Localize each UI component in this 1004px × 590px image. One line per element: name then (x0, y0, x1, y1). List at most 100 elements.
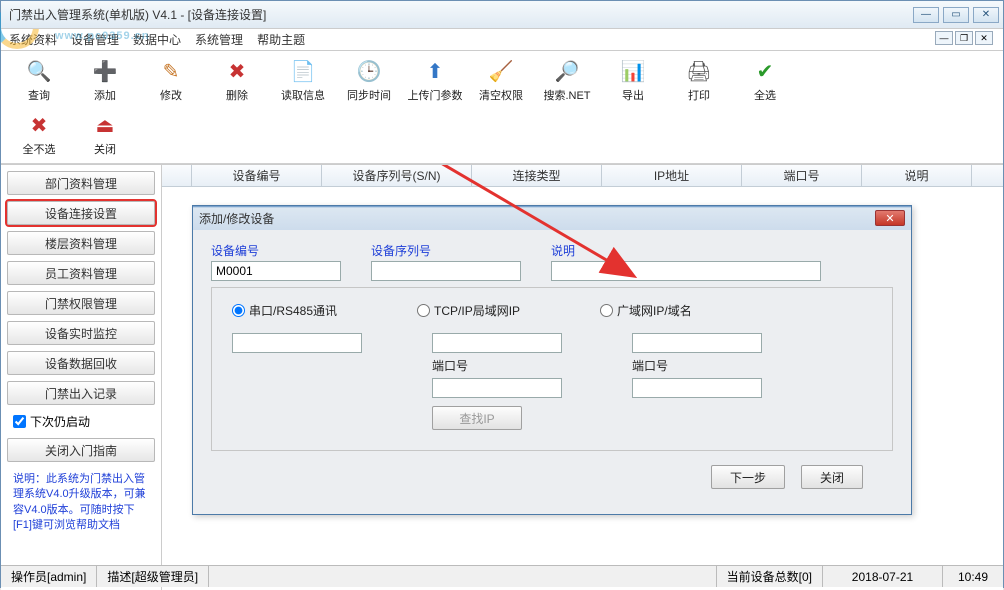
dialog-close-button[interactable]: ✕ (875, 210, 905, 226)
status-time: 10:49 (943, 566, 1003, 587)
tool-全选[interactable]: ✔全选 (733, 55, 797, 105)
mdi-close[interactable]: ✕ (975, 31, 993, 45)
menu-item[interactable]: 系统管理 (195, 31, 243, 48)
statusbar: 操作员[admin] 描述[超级管理员] 当前设备总数[0] 2018-07-2… (1, 565, 1003, 587)
close-guide-button[interactable]: 关闭入门指南 (7, 438, 155, 462)
sidebar-item-0[interactable]: 部门资料管理 (7, 171, 155, 195)
tool-关闭[interactable]: ⏏ 关闭 (73, 109, 137, 159)
tool-搜索.NET[interactable]: 🔎搜索.NET (535, 55, 599, 105)
col-header[interactable]: 设备编号 (192, 165, 322, 186)
tool-icon: ✔ (751, 57, 779, 85)
tool-icon: ✎ (157, 57, 185, 85)
tool-上传门参数[interactable]: ⬆ 上传门参数 (403, 55, 467, 105)
tool-icon: 🔍 (25, 57, 53, 85)
wan-port-label: 端口号 (632, 357, 762, 374)
dialog-close-btn[interactable]: 关闭 (801, 465, 863, 489)
sidebar-item-3[interactable]: 员工资料管理 (7, 261, 155, 285)
tool-修改[interactable]: ✎ 修改 (139, 55, 203, 105)
tool-label: 上传门参数 (408, 87, 463, 103)
close-button[interactable]: ✕ (973, 7, 999, 23)
tool-label: 导出 (622, 87, 644, 103)
sidebar-item-4[interactable]: 门禁权限管理 (7, 291, 155, 315)
toolbar: 🔍 查询 ➕添加 ✎ 修改 ✖ 删除 📄 读取信息 🕒 同步时间 ⬆ 上传门参数 🧹清空权限🔎搜索.NET… (1, 51, 1003, 164)
tool-icon: 📄 (289, 57, 317, 85)
serial-input[interactable] (371, 261, 521, 281)
tool-icon: 🖨 (685, 57, 713, 85)
tool-全不选[interactable]: ✖全不选 (7, 109, 71, 159)
tool-icon: 🕒 (355, 57, 383, 85)
tool-label: 读取信息 (281, 87, 325, 103)
desc-label: 说明 (551, 242, 821, 259)
col-header[interactable]: 设备序列号(S/N) (322, 165, 472, 186)
maximize-button[interactable]: ▭ (943, 7, 969, 23)
grid-header: 设备编号设备序列号(S/N)连接类型IP地址端口号说明 (162, 165, 1003, 187)
sidebar-info: 说明：此系统为门禁出入管理系统V4.0升级版本，可兼容V4.0版本。可随时按下[… (7, 468, 155, 538)
next-start-checkbox[interactable]: 下次仍启动 (7, 411, 155, 432)
tool-label: 关闭 (94, 141, 116, 157)
main-area: 设备编号设备序列号(S/N)连接类型IP地址端口号说明 添加/修改设备 ✕ 设备… (161, 165, 1003, 590)
tool-label: 修改 (160, 87, 182, 103)
tool-label: 同步时间 (347, 87, 391, 103)
col-header[interactable]: 连接类型 (472, 165, 602, 186)
device-no-input[interactable] (211, 261, 341, 281)
radio-tcpip[interactable]: TCP/IP局域网IP (417, 302, 520, 319)
tool-查询[interactable]: 🔍 查询 (7, 55, 71, 105)
tool-icon: ✖ (223, 57, 251, 85)
tool-icon: 🧹 (487, 57, 515, 85)
tool-icon: ✖ (25, 111, 53, 139)
add-edit-device-dialog: 添加/修改设备 ✕ 设备编号 设备序列号 说明 (192, 205, 912, 515)
tool-icon: 🔎 (553, 57, 581, 85)
lan-port-label: 端口号 (432, 357, 562, 374)
tool-label: 添加 (94, 87, 116, 103)
sidebar-item-1[interactable]: 设备连接设置 (7, 201, 155, 225)
tool-label: 查询 (28, 87, 50, 103)
mdi-minimize[interactable]: — (935, 31, 953, 45)
sidebar: 部门资料管理设备连接设置楼层资料管理员工资料管理门禁权限管理设备实时监控设备数据… (1, 165, 161, 590)
minimize-button[interactable]: — (913, 7, 939, 23)
menu-item[interactable]: 设备管理 (71, 31, 119, 48)
mdi-restore[interactable]: ❐ (955, 31, 973, 45)
titlebar: 门禁出入管理系统(单机版) V4.1 - [设备连接设置] — ▭ ✕ (1, 1, 1003, 29)
radio-wan[interactable]: 广域网IP/域名 (600, 302, 692, 319)
status-device-count: 当前设备总数[0] (717, 566, 823, 587)
serial-port-input[interactable] (232, 333, 362, 353)
sidebar-item-2[interactable]: 楼层资料管理 (7, 231, 155, 255)
tool-icon: ⏏ (91, 111, 119, 139)
col-header[interactable]: IP地址 (602, 165, 742, 186)
find-ip-button[interactable]: 查找IP (432, 406, 522, 430)
menu-item[interactable]: 帮助主题 (257, 31, 305, 48)
col-header[interactable]: 说明 (862, 165, 972, 186)
wan-ip-input[interactable] (632, 333, 762, 353)
tool-同步时间[interactable]: 🕒 同步时间 (337, 55, 401, 105)
status-operator: 操作员[admin] (1, 566, 97, 587)
lan-ip-input[interactable] (432, 333, 562, 353)
next-button[interactable]: 下一步 (711, 465, 785, 489)
tool-添加[interactable]: ➕添加 (73, 55, 137, 105)
status-date: 2018-07-21 (823, 566, 943, 587)
tool-导出[interactable]: 📊导出 (601, 55, 665, 105)
sidebar-item-5[interactable]: 设备实时监控 (7, 321, 155, 345)
menubar: 系统资料 设备管理 数据中心 系统管理 帮助主题 (1, 29, 1003, 51)
lan-port-input[interactable] (432, 378, 562, 398)
dialog-titlebar: 添加/修改设备 ✕ (193, 206, 911, 230)
tool-label: 删除 (226, 87, 248, 103)
sidebar-item-7[interactable]: 门禁出入记录 (7, 381, 155, 405)
col-header[interactable]: 端口号 (742, 165, 862, 186)
tool-打印[interactable]: 🖨 打印 (667, 55, 731, 105)
desc-input[interactable] (551, 261, 821, 281)
tool-清空权限[interactable]: 🧹清空权限 (469, 55, 533, 105)
device-no-label: 设备编号 (211, 242, 341, 259)
tool-label: 打印 (688, 87, 710, 103)
tool-删除[interactable]: ✖ 删除 (205, 55, 269, 105)
tool-icon: ⬆ (421, 57, 449, 85)
col-header[interactable] (162, 165, 192, 186)
menu-item[interactable]: 数据中心 (133, 31, 181, 48)
radio-serial[interactable]: 串口/RS485通讯 (232, 302, 337, 319)
serial-label: 设备序列号 (371, 242, 521, 259)
status-desc: 描述[超级管理员] (97, 566, 209, 587)
wan-port-input[interactable] (632, 378, 762, 398)
sidebar-item-6[interactable]: 设备数据回收 (7, 351, 155, 375)
tool-读取信息[interactable]: 📄 读取信息 (271, 55, 335, 105)
menu-item[interactable]: 系统资料 (9, 31, 57, 48)
dialog-title: 添加/修改设备 (199, 210, 274, 227)
